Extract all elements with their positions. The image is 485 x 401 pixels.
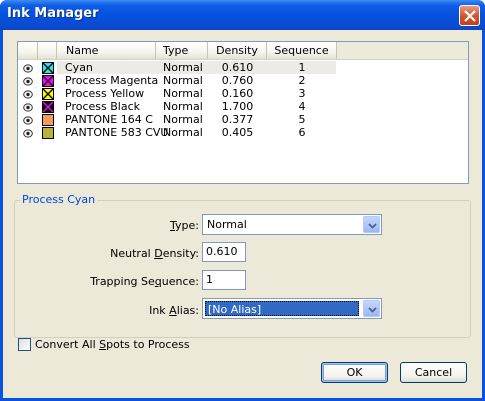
type-dropdown-value: Normal (207, 218, 247, 231)
ink-list-header: Name Type Density Sequence (18, 42, 468, 60)
trapping-sequence-input[interactable]: 1 (202, 270, 246, 290)
row-density: 0.610 (221, 61, 254, 74)
row-sequence: 3 (298, 87, 306, 100)
trapping-sequence-label: Trapping Sequence: (90, 275, 199, 288)
row-type: Normal (163, 61, 203, 74)
convert-spots-checkbox[interactable] (18, 338, 31, 351)
ink-manager-window: Ink Manager Name Type Density Sequence C… (0, 0, 485, 401)
eye-icon[interactable] (23, 115, 33, 125)
eye-icon[interactable] (23, 128, 33, 138)
eye-icon[interactable] (23, 63, 33, 73)
ink-row[interactable]: Process Magenta Normal 0.760 2 (18, 74, 468, 87)
row-sequence: 5 (298, 113, 306, 126)
type-dropdown-button[interactable] (363, 216, 380, 233)
ink-row[interactable]: Process Black Normal 1.700 4 (18, 100, 468, 113)
row-name: Process Black (65, 100, 140, 113)
ink-row[interactable]: Process Yellow Normal 0.160 3 (18, 87, 468, 100)
header-visibility[interactable] (18, 42, 38, 59)
header-density[interactable]: Density (208, 42, 267, 59)
neutral-density-input[interactable]: 0.610 (202, 242, 246, 262)
header-name[interactable]: Name (57, 42, 156, 59)
ink-row[interactable]: PANTONE 583 CVU Normal 0.405 6 (18, 126, 468, 139)
chevron-down-icon (368, 307, 377, 313)
ink-row[interactable]: Cyan Normal 0.610 1 (18, 61, 468, 74)
row-name: Process Magenta (65, 74, 159, 87)
row-type: Normal (163, 74, 203, 87)
process-ink-swatch-icon (42, 62, 54, 74)
header-type[interactable]: Type (156, 42, 208, 59)
ink-row[interactable]: PANTONE 164 C Normal 0.377 5 (18, 113, 468, 126)
ink-alias-label: Ink Alias: (149, 304, 199, 317)
ink-alias-dropdown-value: [No Alias] (205, 301, 359, 316)
row-type: Normal (163, 113, 203, 126)
ink-details-title: Process Cyan (20, 193, 98, 206)
spot-ink-swatch-icon (42, 114, 54, 126)
neutral-density-label: Neutral Density: (110, 247, 199, 260)
process-ink-swatch-icon (42, 75, 54, 87)
row-density: 0.405 (221, 126, 254, 139)
window-title: Ink Manager (7, 6, 99, 21)
cancel-button[interactable]: Cancel (400, 362, 467, 383)
eye-icon[interactable] (23, 76, 33, 86)
dialog-body: Name Type Density Sequence Cyan Normal 0.6… (3, 30, 482, 398)
header-swatch[interactable] (38, 42, 57, 59)
chevron-down-icon (368, 223, 377, 229)
row-sequence: 1 (298, 61, 306, 74)
convert-spots-label[interactable]: Convert All Spots to Process (35, 338, 190, 351)
spot-ink-swatch-icon (42, 127, 54, 139)
type-dropdown[interactable]: Normal (202, 214, 382, 235)
type-label: Type: (170, 219, 199, 232)
row-sequence: 4 (298, 100, 306, 113)
close-icon (464, 10, 476, 22)
row-sequence: 6 (298, 126, 306, 139)
row-type: Normal (163, 126, 203, 139)
process-ink-swatch-icon (42, 88, 54, 100)
eye-icon[interactable] (23, 89, 33, 99)
eye-icon[interactable] (23, 102, 33, 112)
ok-button[interactable]: OK (321, 362, 388, 383)
ink-alias-dropdown[interactable]: [No Alias] (202, 298, 382, 319)
row-sequence: 2 (298, 74, 306, 87)
row-density: 0.377 (221, 113, 254, 126)
row-name: Cyan (65, 61, 93, 74)
row-density: 1.700 (221, 100, 254, 113)
title-bar[interactable]: Ink Manager (0, 0, 485, 30)
header-sequence[interactable]: Sequence (267, 42, 337, 59)
process-ink-swatch-icon (42, 101, 54, 113)
ink-list[interactable]: Name Type Density Sequence Cyan Normal 0.6… (17, 41, 469, 184)
row-name: Process Yellow (65, 87, 145, 100)
row-name: PANTONE 583 CVU (65, 126, 169, 139)
row-density: 0.160 (221, 87, 254, 100)
row-density: 0.760 (221, 74, 254, 87)
ink-alias-dropdown-button[interactable] (363, 300, 380, 317)
row-type: Normal (163, 100, 203, 113)
row-name: PANTONE 164 C (65, 113, 153, 126)
row-type: Normal (163, 87, 203, 100)
close-button[interactable] (459, 5, 480, 26)
